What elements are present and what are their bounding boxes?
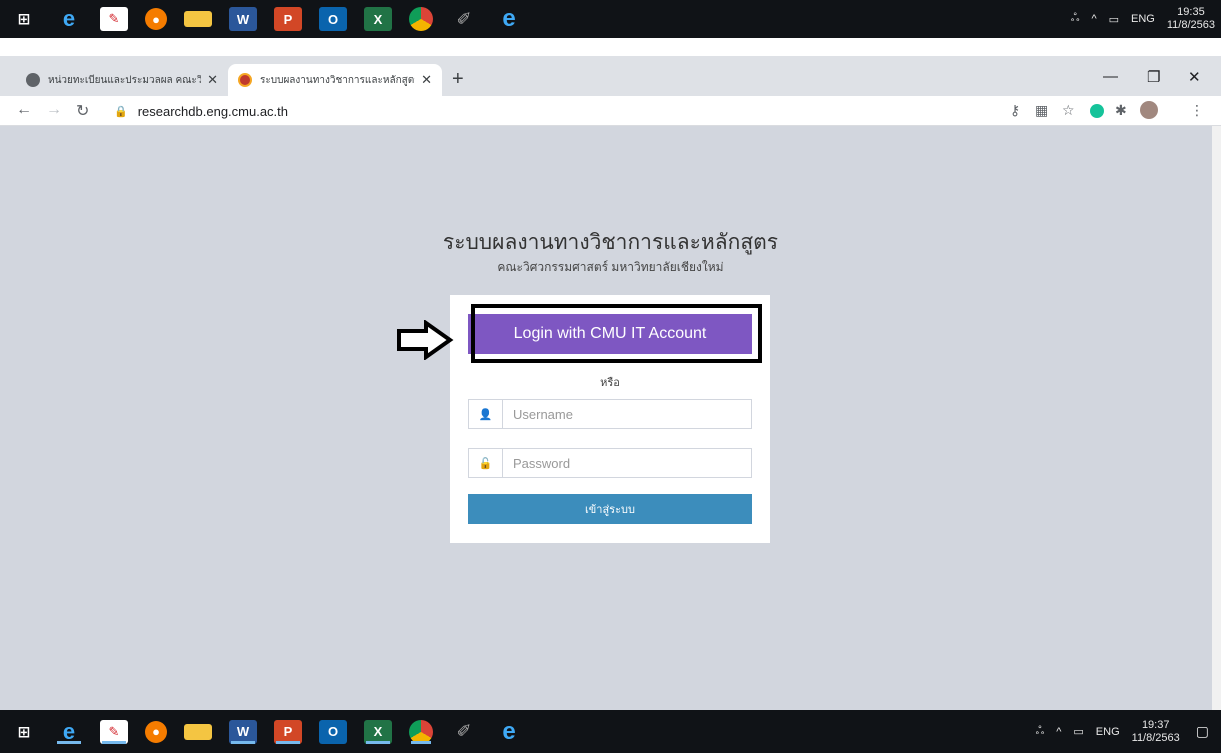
cmu-logo-icon <box>238 73 252 87</box>
top-taskbar: ⊞ e ✎ ● W P O X ✐ e ஃ ^ ▭ ENG 19:35 11/8… <box>0 0 1221 38</box>
avatar[interactable] <box>1140 101 1158 119</box>
url-field[interactable]: 🔒 researchdb.eng.cmu.ac.th <box>104 99 1004 123</box>
firefox-icon[interactable]: ● <box>145 720 167 743</box>
clock-date: 11/8/2563 <box>1131 731 1180 744</box>
page-subtitle: คณะวิศวกรรมศาสตร์ มหาวิทยาลัยเชียงใหม่ <box>497 260 724 274</box>
page-title: ระบบผลงานทางวิชาการและหลักสูตร <box>442 231 779 254</box>
key-icon[interactable]: ⚷ <box>1010 102 1020 119</box>
forward-icon[interactable]: → <box>46 101 62 119</box>
outlook-icon[interactable]: O <box>319 719 347 744</box>
new-tab-button[interactable]: + <box>452 68 464 91</box>
word-icon[interactable]: W <box>229 7 257 31</box>
chrome-icon[interactable] <box>409 719 433 744</box>
people-icon[interactable]: ஃ <box>1071 12 1080 26</box>
edge-icon[interactable]: e <box>495 5 523 32</box>
close-icon[interactable]: ✕ <box>207 72 218 88</box>
minimize-icon[interactable]: — <box>1103 68 1118 85</box>
excel-icon[interactable]: X <box>364 7 392 31</box>
address-bar: ← → ↻ 🔒 researchdb.eng.cmu.ac.th ⚷ ▦ ☆ ✱… <box>0 96 1221 126</box>
close-icon[interactable]: ✕ <box>421 72 432 88</box>
clock-date: 11/8/2563 <box>1166 19 1215 31</box>
restore-icon[interactable]: ❐ <box>1147 68 1160 86</box>
star-icon[interactable]: ☆ <box>1062 102 1075 119</box>
url-text: researchdb.eng.cmu.ac.th <box>137 103 289 119</box>
password-input[interactable] <box>503 449 751 477</box>
extensions-icon[interactable]: ✱ <box>1115 102 1127 119</box>
chrome-icon[interactable] <box>409 7 433 31</box>
word-icon[interactable]: W <box>229 719 257 744</box>
windows-start-icon[interactable]: ⊞ <box>10 7 38 31</box>
people-icon[interactable]: ஃ <box>1036 725 1045 739</box>
file-explorer-icon[interactable] <box>184 723 212 740</box>
translate-icon[interactable]: ▦ <box>1035 102 1048 119</box>
submit-button[interactable]: เข้าสู่ระบบ <box>468 494 752 524</box>
chevron-up-icon[interactable]: ^ <box>1056 726 1061 738</box>
or-divider-label: หรือ <box>600 377 620 389</box>
annotation-arrow-icon <box>397 320 454 360</box>
chevron-up-icon[interactable]: ^ <box>1091 13 1096 25</box>
reload-icon[interactable]: ↻ <box>76 101 89 121</box>
unlock-icon: 🔓 <box>469 449 503 477</box>
edge-icon[interactable]: e <box>495 718 523 745</box>
internet-explorer-icon[interactable]: e <box>55 6 83 31</box>
outlook-icon[interactable]: O <box>319 7 347 31</box>
password-field: 🔓 <box>468 448 752 478</box>
powerpoint-icon[interactable]: P <box>274 7 302 31</box>
paint-icon[interactable]: ✐ <box>450 7 478 31</box>
tab-registration[interactable]: หน่วยทะเบียนและประมวลผล คณะวิศวกรรมศาสตร… <box>16 64 228 96</box>
browser-tabstrip: หน่วยทะเบียนและประมวลผล คณะวิศวกรรมศาสตร… <box>0 56 1221 96</box>
excel-icon[interactable]: X <box>364 719 392 744</box>
annotation-highlight-frame <box>471 304 762 363</box>
file-explorer-icon[interactable] <box>184 11 212 27</box>
tab-research-db[interactable]: ระบบผลงานทางวิชาการและหลักสูตร คณะวิศวกร… <box>228 64 442 96</box>
internet-explorer-icon[interactable]: e <box>55 719 83 744</box>
back-icon[interactable]: ← <box>16 101 32 119</box>
paint-icon[interactable]: ✐ <box>450 720 478 744</box>
scrollbar[interactable] <box>1212 126 1221 710</box>
clock[interactable]: 19:37 11/8/2563 <box>1132 719 1180 745</box>
tab-title: หน่วยทะเบียนและประมวลผล คณะวิศวกรรมศาสตร… <box>48 74 202 86</box>
clock[interactable]: 19:35 11/8/2563 <box>1167 6 1215 32</box>
notification-icon[interactable]: ▢ <box>1196 723 1209 740</box>
network-icon[interactable]: ▭ <box>1109 13 1119 26</box>
username-input[interactable] <box>503 400 751 428</box>
powerpoint-icon[interactable]: P <box>274 719 302 744</box>
language-indicator[interactable]: ENG <box>1096 726 1120 738</box>
globe-icon <box>26 73 40 87</box>
firefox-icon[interactable]: ● <box>145 8 167 30</box>
acrobat-icon[interactable]: ✎ <box>100 719 128 744</box>
clock-time: 19:37 <box>1141 718 1170 731</box>
clock-time: 19:35 <box>1177 6 1205 18</box>
user-icon: 👤 <box>469 400 503 428</box>
acrobat-icon[interactable]: ✎ <box>100 7 128 31</box>
lock-icon[interactable]: 🔒 <box>114 105 128 118</box>
grammarly-icon[interactable] <box>1090 104 1104 118</box>
tab-title: ระบบผลงานทางวิชาการและหลักสูตร คณะวิศวกร… <box>260 74 416 86</box>
close-window-icon[interactable]: ✕ <box>1188 68 1201 86</box>
language-indicator[interactable]: ENG <box>1131 13 1155 25</box>
bottom-taskbar: ⊞ e ✎ ● W P O X ✐ e ஃ ^ ▭ ENG 19:37 11/8… <box>0 710 1221 753</box>
page-content: ระบบผลงานทางวิชาการและหลักสูตร คณะวิศวกร… <box>0 126 1221 710</box>
network-icon[interactable]: ▭ <box>1073 725 1083 738</box>
username-field: 👤 <box>468 399 752 429</box>
menu-icon[interactable]: ⋮ <box>1190 102 1204 119</box>
windows-start-icon[interactable]: ⊞ <box>10 720 38 744</box>
